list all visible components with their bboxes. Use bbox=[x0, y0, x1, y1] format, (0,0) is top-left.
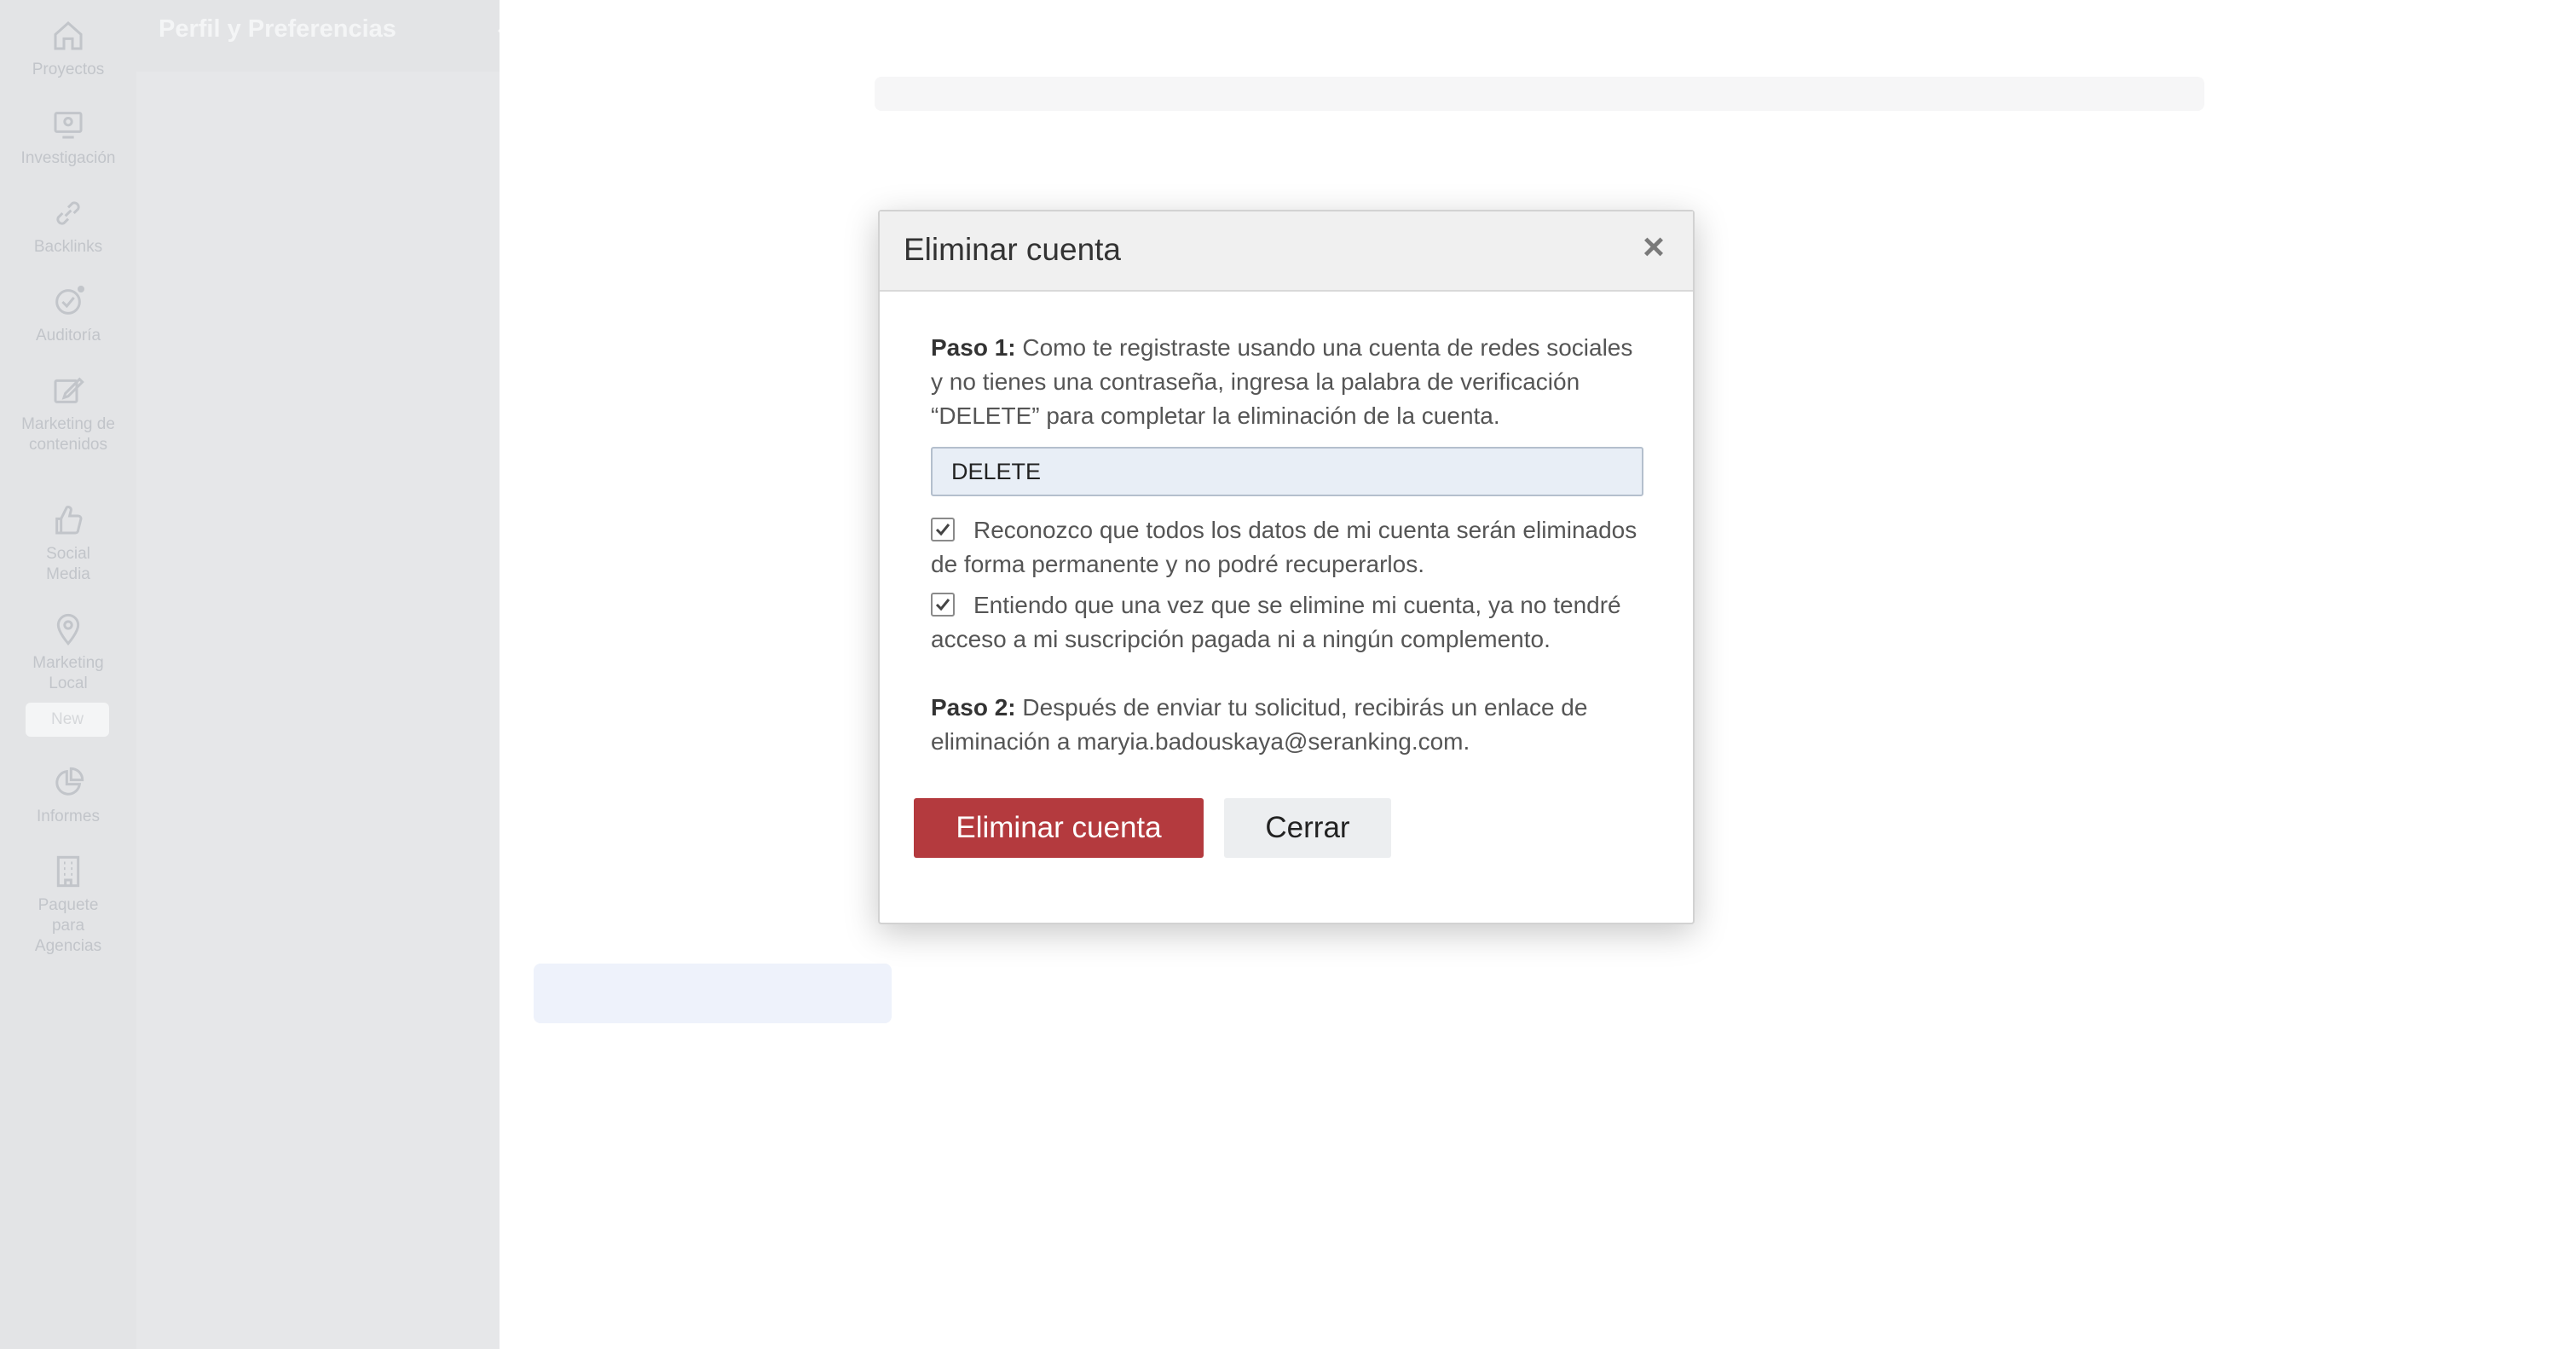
sidebar-item-proyectos[interactable]: Proyectos bbox=[0, 19, 136, 80]
edit-icon bbox=[54, 377, 84, 403]
building-icon bbox=[56, 855, 80, 888]
monitor-icon bbox=[54, 112, 83, 139]
checkmark-icon bbox=[935, 599, 950, 611]
backdrop-placeholder bbox=[534, 964, 892, 1023]
close-button[interactable]: Cerrar bbox=[1224, 798, 1391, 858]
check-circle-icon bbox=[55, 286, 84, 315]
sidebar-item-social-media[interactable]: Social Media bbox=[26, 503, 111, 585]
backdrop-placeholder bbox=[875, 77, 2204, 111]
sidebar-item-label: Informes bbox=[37, 808, 100, 825]
dialog-body: Paso 1: Como te registraste usando una c… bbox=[931, 331, 1647, 759]
acknowledge-data-loss-checkbox[interactable] bbox=[931, 518, 955, 541]
acknowledge-subscription-checkbox[interactable] bbox=[931, 593, 955, 617]
checkmark-icon bbox=[935, 524, 950, 536]
dialog-title: Eliminar cuenta bbox=[904, 232, 1122, 267]
step2-paragraph: Paso 2: Después de enviar tu solicitud, … bbox=[931, 691, 1647, 759]
acknowledge-subscription-row: Entiendo que una vez que se elimine mi c… bbox=[931, 588, 1647, 657]
step1-label: Paso 1: bbox=[931, 334, 1016, 361]
sidebar-item-informes[interactable]: Informes bbox=[0, 766, 136, 827]
new-badge: New bbox=[26, 703, 109, 737]
sidebar-item-label: Auditoría bbox=[35, 327, 101, 344]
close-dialog-button[interactable]: × bbox=[1638, 229, 1669, 266]
submenu-header: Perfil y Preferencias bbox=[136, 0, 500, 72]
sidebar-item-label: Marketing Local bbox=[32, 654, 104, 692]
link-icon bbox=[56, 201, 80, 225]
submenu-title: Perfil y Preferencias bbox=[159, 15, 396, 43]
sidebar-item-label: Proyectos bbox=[32, 61, 105, 78]
step1-text: Como te registraste usando una cuenta de… bbox=[931, 334, 1633, 429]
sidebar-item-marketing-local[interactable]: Marketing Local bbox=[21, 612, 115, 694]
sidebar-item-label: Paquete para Agencias bbox=[34, 896, 102, 955]
dialog-header: Eliminar cuenta × bbox=[880, 211, 1693, 292]
sidebar-item-paquete-agencias[interactable]: Paquete para Agencias bbox=[26, 854, 111, 957]
delete-account-dialog: Eliminar cuenta × Paso 1: Como te regist… bbox=[878, 210, 1695, 924]
sidebar-item-investigacion[interactable]: Investigación bbox=[0, 107, 136, 169]
sidebar-item-label: Marketing de contenidos bbox=[21, 415, 115, 454]
delete-account-button[interactable]: Eliminar cuenta bbox=[914, 798, 1204, 858]
step1-paragraph: Paso 1: Como te registraste usando una c… bbox=[931, 331, 1647, 433]
map-pin-icon bbox=[56, 613, 80, 646]
profile-submenu: Perfil y Preferencias bbox=[136, 0, 500, 1349]
acknowledge-subscription-text: Entiendo que una vez que se elimine mi c… bbox=[931, 592, 1621, 652]
thumbs-up-icon bbox=[55, 506, 83, 535]
step2-label: Paso 2: bbox=[931, 694, 1016, 721]
sidebar-item-label: Social Media bbox=[46, 545, 90, 583]
step2-text: Después de enviar tu solicitud, recibirá… bbox=[931, 694, 1588, 755]
sidebar-item-label: Backlinks bbox=[33, 238, 103, 256]
sidebar-item-auditoria[interactable]: Auditoría bbox=[0, 285, 136, 346]
sidebar-item-marketing-contenidos[interactable]: Marketing de contenidos bbox=[14, 373, 123, 455]
sidebar-item-backlinks[interactable]: Backlinks bbox=[0, 196, 136, 258]
sidebar-item-label: Investigación bbox=[20, 149, 116, 167]
close-icon: × bbox=[1643, 226, 1665, 268]
pie-chart-icon bbox=[55, 767, 84, 796]
home-icon bbox=[54, 20, 83, 50]
acknowledge-data-loss-text: Reconozco que todos los datos de mi cuen… bbox=[931, 517, 1637, 577]
verification-input[interactable] bbox=[931, 447, 1643, 496]
main-sidebar: Proyectos Investigación Backlinks Audito… bbox=[0, 0, 136, 1349]
acknowledge-data-loss-row: Reconozco que todos los datos de mi cuen… bbox=[931, 513, 1647, 582]
